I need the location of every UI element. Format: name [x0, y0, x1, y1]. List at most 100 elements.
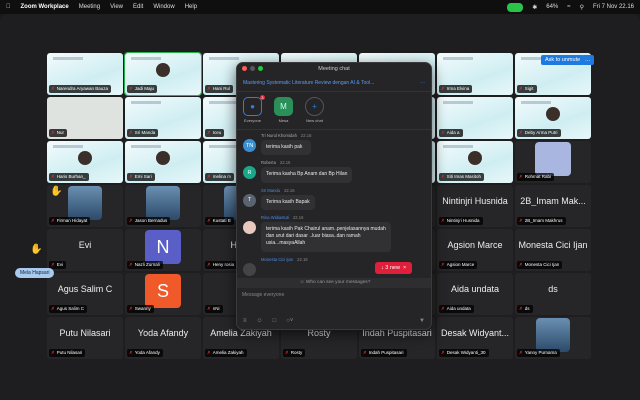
- minimize-window-button[interactable]: [250, 66, 255, 71]
- message-list[interactable]: TN Tri Nurul Khomidah 22.16 terima kasih …: [237, 130, 431, 284]
- sender-name[interactable]: Rina Widiastuti: [261, 215, 289, 220]
- participant-name-label: ✗ Agsion Marce: [439, 261, 478, 269]
- participant-name-label: ✗ Sri Manda: [127, 129, 159, 137]
- raised-hand-tooltip: Mela Hapsari: [15, 268, 55, 278]
- conv-mesa[interactable]: M Mesa: [274, 97, 293, 124]
- chat-topic[interactable]: Mastering Systematic Literature Review d…: [237, 75, 431, 92]
- participant-tile[interactable]: ✗ Sri Manda: [125, 97, 201, 139]
- slide-header: [443, 145, 473, 148]
- ask-to-unmute-button[interactable]: Ask to unmute: [541, 55, 585, 65]
- search-icon[interactable]: ⚲: [580, 4, 584, 11]
- participant-name: melina m: [212, 174, 232, 179]
- participant-tile[interactable]: ✗ Deby Arma Putri: [515, 97, 591, 139]
- participant-name-label: ✗ Yoda Afandy: [127, 349, 163, 357]
- participant-display-name: ds: [548, 284, 558, 294]
- participant-name-label: ✗ 2B_Imam Makhrus: [517, 217, 566, 225]
- sender-name[interactable]: Sri Mandu: [261, 188, 280, 193]
- muted-mic-icon: ✗: [519, 130, 523, 135]
- message-time: 22.16: [292, 214, 304, 220]
- message-input[interactable]: Message everyone: [242, 292, 284, 298]
- muted-mic-icon: ✗: [441, 262, 445, 267]
- participant-name-label: ✗ Siti Imas Masitoh: [439, 173, 485, 181]
- participant-name: Nazli Zurnali: [134, 262, 160, 267]
- menu-view[interactable]: View: [110, 4, 123, 10]
- participant-name-label: ✗ Narendra Aryawan Bauza: [49, 85, 112, 93]
- conv-everyone[interactable]: ● 3 Everyone: [243, 95, 265, 124]
- menu-app-name[interactable]: Zoom Workplace: [21, 4, 69, 10]
- participant-tile[interactable]: Nintinjri Husnida ✗ Nintinjri Husnida: [437, 185, 513, 227]
- slide-header: [443, 101, 473, 104]
- sender-name[interactable]: Roberta: [261, 160, 276, 165]
- slide-header: [53, 57, 83, 60]
- close-window-button[interactable]: [242, 66, 247, 71]
- battery-status[interactable]: 64%: [546, 4, 558, 10]
- participant-tile[interactable]: ✗ Rohmat Rabi: [515, 141, 591, 183]
- participant-name: Aida undata: [446, 306, 471, 311]
- menu-help[interactable]: Help: [185, 4, 197, 10]
- participant-tile[interactable]: ✗ Haris Burhan_: [47, 141, 123, 183]
- participant-name-label: ✗ Deby Arma Putri: [517, 129, 561, 137]
- participant-tile[interactable]: ✗ Jason Bernadus: [125, 185, 201, 227]
- zoom-camera-status-icon[interactable]: [507, 2, 524, 12]
- clock[interactable]: Fri 7 Nov 22.16: [593, 4, 634, 10]
- zoom-window-button[interactable]: [258, 66, 263, 71]
- participant-name-label: ✗ Jadi Maju: [127, 85, 158, 93]
- screenshot-icon[interactable]: ○˅: [286, 318, 293, 324]
- file-icon[interactable]: □: [273, 318, 277, 324]
- participant-name-label: ✗ Haris Burhan_: [49, 173, 89, 181]
- menu-meeting[interactable]: Meeting: [79, 4, 100, 10]
- muted-mic-icon: ✗: [129, 174, 133, 179]
- participant-tile[interactable]: ✗ Irma Elvina: [437, 53, 513, 95]
- participant-tile[interactable]: ✗ Jadi Maju: [124, 52, 202, 96]
- participant-name: ds: [524, 306, 530, 311]
- conv-new-chat[interactable]: + New chat: [305, 97, 324, 124]
- participant-tile[interactable]: S ✗ Swanny: [125, 273, 201, 315]
- apple-icon[interactable]: : [6, 4, 11, 10]
- participant-tile[interactable]: ✗ Narendra Aryawan Bauza: [47, 53, 123, 95]
- participant-tile[interactable]: ✗ Emi Sari: [125, 141, 201, 183]
- muted-mic-icon: ✗: [207, 262, 211, 267]
- slide-header: [131, 145, 161, 148]
- participant-video: [156, 151, 170, 165]
- muted-mic-icon: ✗: [51, 218, 55, 223]
- ask-more-button[interactable]: …: [582, 55, 594, 65]
- more-options-icon[interactable]: ⋯: [420, 80, 425, 86]
- participant-name: Jason Bernadus: [134, 218, 168, 223]
- avatar: N: [145, 230, 181, 264]
- sender-name[interactable]: Tri Nurul Khomidah: [261, 133, 297, 138]
- participant-name: Desak Widyanti_30: [446, 350, 486, 355]
- muted-mic-icon: ✗: [441, 130, 445, 135]
- who-can-see-text: Who can see your messages?: [305, 280, 371, 285]
- participant-tile[interactable]: Monesta Cici Ijan ✗ Monesta Cici Ijan: [515, 229, 591, 271]
- participant-tile[interactable]: ✗ Yanny Purnama: [515, 317, 591, 359]
- emoji-icon[interactable]: ☺: [257, 318, 263, 324]
- participant-tile[interactable]: Agsion Marce ✗ Agsion Marce: [437, 229, 513, 271]
- participant-tile[interactable]: ✗ Aida a: [437, 97, 513, 139]
- participant-tile[interactable]: Desak Widyant... ✗ Desak Widyanti_30: [437, 317, 513, 359]
- wifi-icon[interactable]: ≈: [567, 4, 570, 10]
- participant-name: Siti Imas Masitoh: [446, 174, 482, 179]
- bluetooth-icon[interactable]: ✱: [532, 4, 537, 11]
- menu-edit[interactable]: Edit: [133, 4, 143, 10]
- participant-tile[interactable]: ✗ Nur: [47, 97, 123, 139]
- sender-name[interactable]: Monesta Cici Ijan: [261, 257, 293, 262]
- participant-tile[interactable]: ✗ Siti Imas Masitoh: [437, 141, 513, 183]
- send-icon[interactable]: ▼: [419, 318, 425, 324]
- new-messages-button[interactable]: ↓ 3 new ×: [375, 262, 413, 274]
- format-icon[interactable]: ≡: [243, 318, 247, 324]
- participant-name-label: ✗ Iceu: [205, 129, 225, 137]
- participant-tile[interactable]: 2B_Imam Mak... ✗ 2B_Imam Makhrus: [515, 185, 591, 227]
- menu-bar:  Zoom Workplace Meeting View Edit Windo…: [0, 0, 640, 14]
- message-time: 22.16: [300, 133, 312, 138]
- participant-tile[interactable]: ds ✗ ds: [515, 273, 591, 315]
- who-can-see-link[interactable]: ☺ Who can see your messages?: [237, 278, 431, 288]
- participant-tile[interactable]: Evi ✗ Evi: [47, 229, 123, 271]
- menu-window[interactable]: Window: [153, 4, 174, 10]
- participant-name: Firman Hidayat: [56, 218, 88, 223]
- participant-tile[interactable]: Putu Nilasari ✗ Putu Nilasari: [47, 317, 123, 359]
- participant-tile[interactable]: Agus Salim C ✗ Agus Salim C: [47, 273, 123, 315]
- participant-tile[interactable]: Aida undata ✗ Aida undata: [437, 273, 513, 315]
- participant-tile[interactable]: Yoda Afandy ✗ Yoda Afandy: [125, 317, 201, 359]
- chat-message: T Sri Mandu 22.16 Terima kasih Bapak: [243, 188, 425, 210]
- participant-tile[interactable]: N ✗ Nazli Zurnali: [125, 229, 201, 271]
